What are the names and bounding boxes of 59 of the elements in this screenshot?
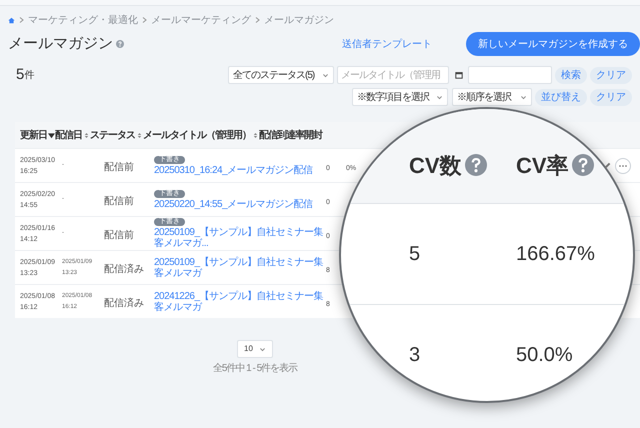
chevron-right-icon — [255, 17, 260, 23]
column-header[interactable]: メールタイトル（管理用） — [143, 128, 259, 142]
table-cell: 166.67% — [516, 243, 595, 265]
pencil-icon[interactable] — [604, 162, 611, 169]
chevron-down-icon[interactable] — [436, 94, 443, 100]
column-header: 開封 — [304, 130, 322, 142]
help-icon[interactable] — [572, 154, 594, 176]
template-link[interactable]: 送信者テンプレート — [342, 36, 432, 52]
sort-desc-icon[interactable] — [48, 132, 55, 138]
table-cell: 5 — [409, 243, 420, 265]
column-header[interactable]: 配信日 — [55, 128, 90, 142]
breadcrumb-link[interactable]: マーケティング・最適化 — [28, 12, 138, 28]
column-header[interactable]: ステータス — [90, 128, 143, 142]
status-select[interactable]: 全てのステータス(5) — [228, 66, 334, 84]
mail-title-link[interactable]: 20241226_【サンプル】自社セミナー集客メルマガ — [154, 290, 326, 312]
title-search-field[interactable]: メールタイトル（管理用 — [337, 66, 449, 84]
clear-button[interactable]: クリア — [590, 66, 632, 84]
sort-field-select[interactable]: ※数字項目を選択 — [352, 88, 448, 106]
column-header[interactable]: CV率 — [516, 148, 569, 182]
table-cell: 3 — [409, 344, 420, 366]
column-header: 配信 — [259, 128, 277, 142]
status-text: 配信前 — [104, 230, 134, 240]
column-header: 到達率 — [277, 128, 304, 142]
mail-title-link[interactable]: 20250310_16:24_メールマガジン配信 — [154, 164, 313, 176]
column-header[interactable]: CV数 — [409, 148, 462, 182]
sort-button[interactable]: 並び替え — [535, 88, 587, 106]
search-button[interactable]: 検索 — [555, 66, 587, 84]
calendar-icon[interactable] — [455, 71, 463, 79]
help-icon[interactable] — [116, 40, 124, 48]
mail-title-link[interactable]: 20250220_14:55_メールマガジン配信 — [154, 198, 313, 210]
sort-order-select[interactable]: ※順序を選択 — [452, 88, 532, 106]
pagination-summary: 全5件中 1 - 5件を表示 — [212, 362, 298, 376]
mail-title-link[interactable]: 20250109_【サンプル】自社セミナー集客メルマガ... — [154, 227, 326, 249]
column-header[interactable]: 更新日 — [20, 128, 55, 142]
chevron-right-icon — [142, 17, 147, 23]
status-text: 配信済み — [104, 264, 144, 274]
help-icon[interactable] — [464, 154, 487, 176]
chevron-down-icon[interactable] — [258, 346, 266, 352]
date-range-field[interactable] — [468, 66, 552, 84]
sort-icon[interactable] — [252, 132, 259, 138]
breadcrumb-link[interactable]: メールマーケティング — [151, 12, 251, 28]
mail-title-link[interactable]: 20250109_【サンプル】自社セミナー集客メルマガ — [154, 256, 326, 278]
sort-icon[interactable] — [83, 132, 90, 138]
status-text: 配信前 — [104, 162, 134, 172]
per-page-select[interactable]: 10 — [237, 340, 273, 358]
result-count-unit: 件 — [24, 68, 34, 82]
page-title: メールマガジン — [8, 34, 113, 54]
create-button[interactable]: 新しいメールマガジンを作成する — [466, 32, 640, 56]
status-text: 配信前 — [104, 196, 134, 206]
breadcrumb-link[interactable]: メールマガジン — [264, 12, 334, 28]
chevron-down-icon[interactable] — [520, 94, 527, 100]
chevron-right-icon — [19, 17, 24, 23]
home-icon[interactable] — [8, 16, 15, 24]
chevron-down-icon[interactable] — [322, 72, 329, 78]
status-text: 配信済み — [104, 298, 144, 308]
sort-icon[interactable] — [136, 132, 143, 138]
table-cell: 50.0% — [516, 344, 573, 366]
result-count: 5 — [16, 64, 24, 85]
clear-button[interactable]: クリア — [590, 88, 632, 106]
